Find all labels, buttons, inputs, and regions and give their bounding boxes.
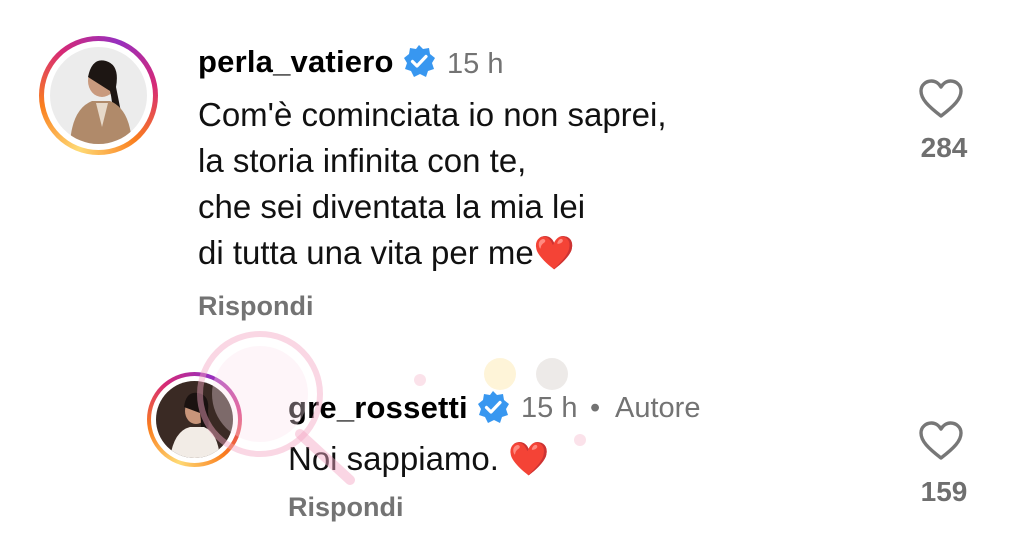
comment-text: Noi sappiamo. ❤️ (288, 440, 550, 477)
comment-text: Com'è cominciata io non saprei, la stori… (198, 96, 667, 271)
like-button[interactable] (918, 420, 964, 462)
comment-item: perla_vatiero 15 h Com'è cominciata io n… (0, 0, 1024, 340)
heart-outline-icon (919, 79, 963, 118)
avatar[interactable] (156, 381, 233, 458)
author-badge: Autore (615, 392, 701, 424)
comment-username[interactable]: perla_vatiero (198, 44, 394, 80)
comment-timestamp: 15 h (447, 48, 504, 80)
reply-button[interactable]: Rispondi (198, 291, 314, 322)
comment-timestamp: 15 h (521, 392, 578, 424)
reply-comment-item: gre_rossetti 15 h • Autore Noi sappiamo.… (0, 340, 1024, 549)
reply-button[interactable]: Rispondi (288, 492, 404, 523)
avatar[interactable] (50, 47, 147, 144)
heart-outline-icon (919, 421, 963, 460)
like-button[interactable] (918, 78, 964, 120)
comment-username[interactable]: gre_rossetti (288, 390, 468, 426)
like-count: 284 (920, 132, 968, 163)
verified-badge-icon (476, 390, 510, 429)
verified-badge-icon (402, 44, 436, 83)
meta-separator: • (590, 392, 601, 424)
like-count: 159 (920, 476, 968, 507)
story-ring[interactable] (39, 36, 158, 155)
story-ring[interactable] (147, 372, 242, 467)
